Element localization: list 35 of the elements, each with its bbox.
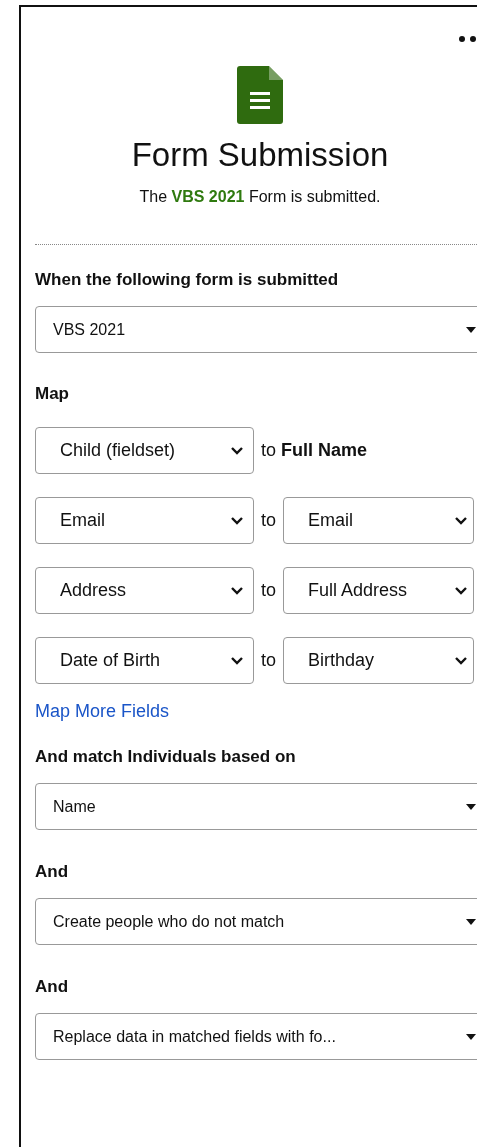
field-label: And match Individuals based on xyxy=(35,747,297,767)
target-text: to Full Name xyxy=(261,440,368,461)
field-label: And xyxy=(35,977,70,997)
document-icon xyxy=(237,66,283,124)
source-select[interactable]: Email xyxy=(35,497,254,544)
to-text: to xyxy=(261,510,276,531)
map-more-link[interactable]: Map More Fields xyxy=(35,701,170,722)
field-label: When the following form is submitted xyxy=(35,270,340,290)
source-select[interactable]: Child (fieldset) xyxy=(35,427,254,474)
chevron-icon xyxy=(231,446,243,455)
chevron-icon xyxy=(231,516,243,525)
option-select[interactable]: Name xyxy=(35,783,477,830)
to-text: to xyxy=(261,650,276,671)
caret-icon xyxy=(466,918,476,925)
target-select[interactable]: Email xyxy=(283,497,474,544)
option-select[interactable]: Create people who do not match xyxy=(35,898,477,945)
caret-icon xyxy=(466,326,476,333)
chevron-icon xyxy=(455,516,467,525)
source-select[interactable]: Date of Birth xyxy=(35,637,254,684)
caret-icon xyxy=(466,1033,476,1040)
caret-icon xyxy=(466,803,476,810)
target-select[interactable]: Birthday xyxy=(283,637,474,684)
page-title: Form Submission xyxy=(131,136,389,174)
chevron-icon xyxy=(455,586,467,595)
section-label: Map xyxy=(35,384,70,404)
target-select[interactable]: Full Address xyxy=(283,567,474,614)
chevron-icon xyxy=(455,656,467,665)
field-label: And xyxy=(35,862,70,882)
chevron-icon xyxy=(231,586,243,595)
source-select[interactable]: Address xyxy=(35,567,254,614)
option-select[interactable]: Replace data in matched fields with fo... xyxy=(35,1013,477,1060)
chevron-icon xyxy=(231,656,243,665)
form-select[interactable]: VBS 2021 xyxy=(35,306,477,353)
subtitle: The VBS 2021 Form is submitted. xyxy=(139,188,381,206)
to-text: to xyxy=(261,580,276,601)
